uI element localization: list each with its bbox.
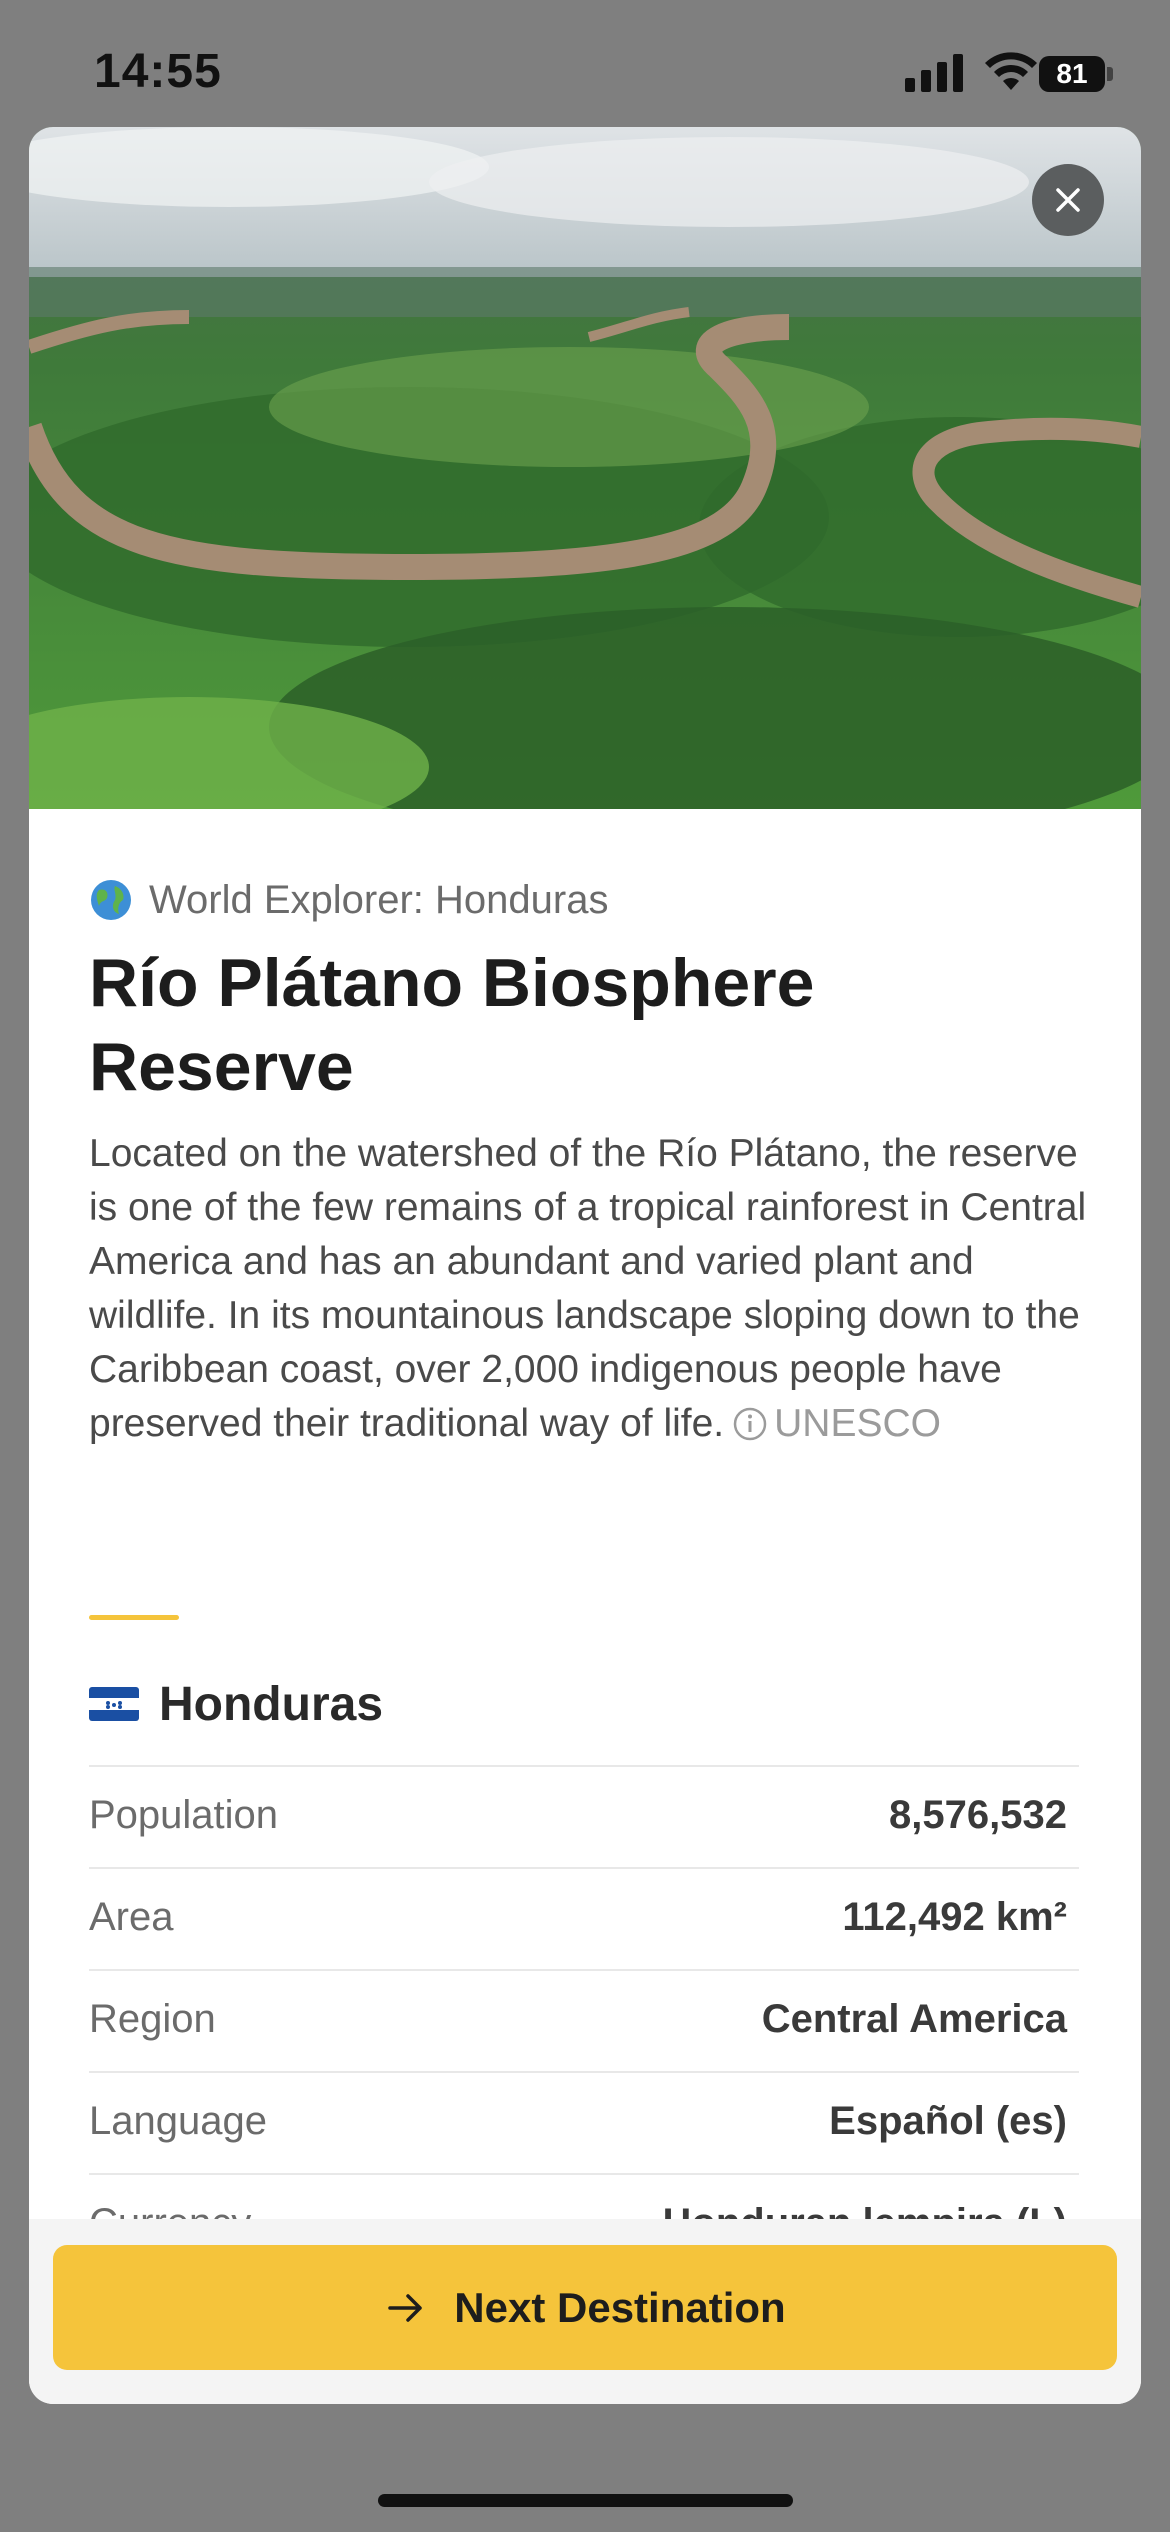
next-destination-label: Next Destination <box>454 2283 786 2331</box>
arrow-right-icon <box>388 2293 423 2322</box>
subtitle: World Explorer: Honduras <box>149 877 609 922</box>
cellular-signal-icon <box>905 52 969 92</box>
home-indicator[interactable] <box>378 2494 793 2507</box>
stat-label: Population <box>89 1793 279 1837</box>
description-text: Located on the watershed of the Río Plát… <box>89 1132 1087 1445</box>
close-button[interactable] <box>1032 164 1104 236</box>
status-time: 14:55 <box>94 45 222 98</box>
stat-row-population: Population 8,576,532 <box>89 1765 1079 1867</box>
description: Located on the watershed of the Río Plát… <box>89 1127 1109 1451</box>
country-stats: Population 8,576,532 Area 112,492 km² Re… <box>89 1765 1079 2275</box>
subtitle-row: World Explorer: Honduras <box>89 875 608 925</box>
globe-icon <box>91 880 131 920</box>
hero-image <box>29 127 1141 809</box>
stat-value: Central America <box>761 1997 1067 2041</box>
section-divider <box>89 1615 179 1620</box>
country-name: Honduras <box>159 1677 384 1731</box>
stat-label: Area <box>89 1895 174 1939</box>
stat-row-language: Language Español (es) <box>89 2071 1079 2173</box>
page-title: Río Plátano Biosphere Reserve <box>89 945 815 1105</box>
source-link[interactable]: UNESCO <box>774 1402 941 1445</box>
next-destination-button[interactable]: Next Destination <box>53 2245 1117 2370</box>
stat-row-area: Area 112,492 km² <box>89 1867 1079 1969</box>
bottom-bar: Next Destination <box>29 2219 1141 2404</box>
stat-value: 112,492 km² <box>842 1895 1067 1939</box>
river-photo <box>29 127 1141 809</box>
wifi-icon <box>985 52 1037 90</box>
info-icon[interactable] <box>732 1406 768 1442</box>
destination-card: World Explorer: Honduras Río Plátano Bio… <box>29 127 1141 2404</box>
status-icons: 81 <box>905 50 1145 94</box>
close-icon <box>1056 188 1080 212</box>
stat-value: Español (es) <box>829 2099 1067 2143</box>
stat-label: Region <box>89 1997 216 2041</box>
status-bar: 14:55 81 <box>0 0 1170 128</box>
stat-row-region: Region Central America <box>89 1969 1079 2071</box>
stat-label: Language <box>89 2099 267 2143</box>
honduras-flag <box>89 1687 139 1721</box>
battery-cap <box>1107 67 1113 81</box>
stat-value: 8,576,532 <box>889 1793 1067 1837</box>
battery-icon: 81 <box>1039 56 1105 92</box>
country-header: Honduras <box>89 1674 383 1734</box>
